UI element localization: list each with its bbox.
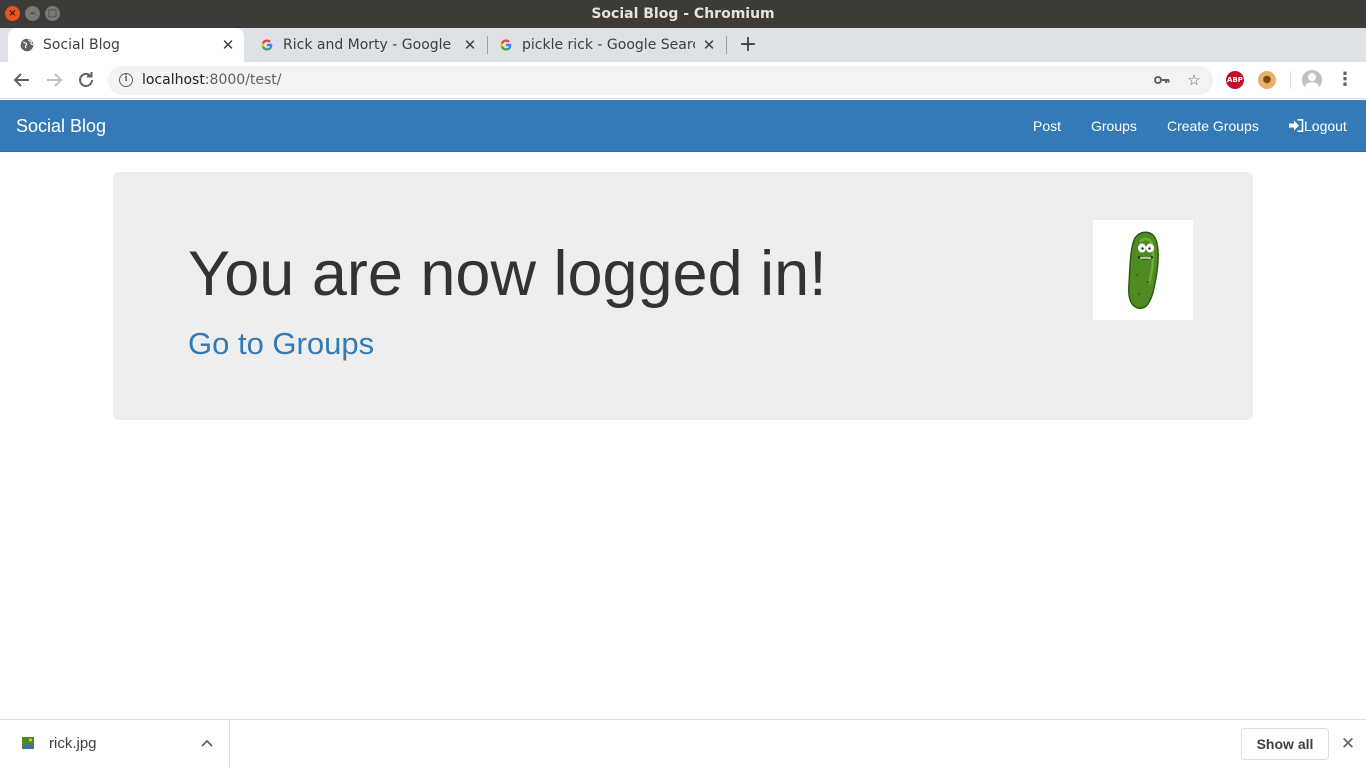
google-icon	[500, 39, 512, 51]
show-all-button[interactable]: Show all	[1241, 728, 1329, 760]
forward-arrow-icon[interactable]	[42, 68, 66, 92]
page-heading: You are now logged in!	[188, 239, 827, 309]
url-path: :8000/test/	[204, 72, 282, 88]
downloads-bar: rick.jpg Show all ✕	[0, 719, 1366, 768]
cookie-extension-icon[interactable]: ●	[1258, 71, 1276, 89]
site-brand-link[interactable]: Social Blog	[16, 100, 106, 152]
browser-toolbar: i localhost:8000/test/ ☆ ABP ● ⋮	[0, 62, 1366, 99]
logout-label: Logout	[1304, 118, 1347, 134]
url-text[interactable]: localhost:8000/test/	[142, 66, 282, 95]
nav-post-link[interactable]: Post	[1033, 100, 1061, 152]
tab-label: Social Blog	[43, 37, 120, 53]
image-file-icon	[22, 737, 34, 749]
key-icon[interactable]	[1152, 70, 1172, 90]
more-menu-icon[interactable]: ⋮	[1336, 68, 1354, 92]
tab-label: Rick and Morty - Google Search	[283, 37, 456, 53]
bookmark-star-icon[interactable]: ☆	[1184, 70, 1204, 90]
tab-rick-and-morty[interactable]: Rick and Morty - Google Search ✕	[248, 28, 486, 62]
download-file-name: rick.jpg	[49, 735, 97, 752]
tab-close-icon[interactable]: ✕	[701, 28, 717, 62]
nav-create-groups-link[interactable]: Create Groups	[1167, 100, 1259, 152]
site-navbar: Social Blog Post Groups Create Groups Lo…	[0, 100, 1366, 152]
adblock-extension-icon[interactable]: ABP	[1226, 71, 1244, 89]
tab-close-icon[interactable]: ✕	[220, 28, 236, 62]
window-title: Social Blog - Chromium	[591, 6, 775, 22]
tab-pickle-rick[interactable]: pickle rick - Google Search ✕	[487, 28, 725, 62]
nav-groups-link[interactable]: Groups	[1091, 100, 1137, 152]
reload-icon[interactable]	[74, 68, 98, 92]
nav-logout-link[interactable]: Logout	[1289, 100, 1347, 152]
go-to-groups-link[interactable]: Go to Groups	[188, 324, 374, 364]
site-info-icon[interactable]: i	[119, 73, 133, 87]
close-downloads-icon[interactable]: ✕	[1338, 732, 1358, 756]
pickle-rick-image	[1093, 220, 1193, 320]
back-arrow-icon[interactable]	[10, 68, 34, 92]
url-host: localhost	[142, 72, 205, 88]
download-item[interactable]: rick.jpg	[0, 720, 230, 768]
jumbotron: You are now logged in! Go to Groups	[113, 172, 1253, 420]
logout-icon	[1289, 119, 1304, 132]
toolbar-separator	[1290, 71, 1291, 89]
profile-avatar-icon[interactable]	[1302, 70, 1322, 90]
tab-separator	[726, 36, 727, 54]
new-tab-plus-icon[interactable]: +	[737, 28, 759, 62]
tab-label: pickle rick - Google Search	[522, 37, 695, 53]
chevron-up-icon[interactable]	[198, 732, 216, 756]
tab-close-icon[interactable]: ✕	[462, 28, 478, 62]
google-icon	[261, 39, 273, 51]
tab-social-blog[interactable]: Social Blog ✕	[8, 28, 244, 62]
globe-icon	[20, 38, 34, 52]
address-bar[interactable]: i localhost:8000/test/ ☆	[108, 66, 1213, 95]
window-titlebar: × – □ Social Blog - Chromium	[0, 0, 1366, 28]
tab-strip: Social Blog ✕ Rick and Morty - Google Se…	[0, 28, 1366, 62]
